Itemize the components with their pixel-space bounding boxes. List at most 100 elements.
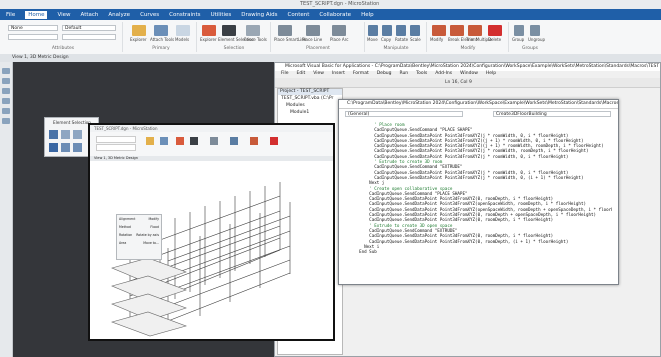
select-box-icon[interactable] (61, 143, 70, 152)
select-line-icon[interactable] (73, 143, 82, 152)
move-icon[interactable] (368, 25, 378, 36)
explorer-label: Explorer (130, 37, 147, 42)
weight-combo[interactable] (62, 34, 116, 40)
vba-menu-file[interactable]: File (281, 71, 289, 78)
trim-icon[interactable] (468, 25, 482, 36)
vba-menu-insert[interactable]: Insert (332, 71, 345, 78)
dialog-value: Rotate by axis (136, 233, 159, 237)
tool-icon[interactable] (2, 68, 10, 74)
code-line: CadInputQueue.SendDataPoint Point3dFromX… (349, 174, 584, 180)
overlay-explorer-icon (146, 137, 154, 145)
vba-menu-addins[interactable]: Add-Ins (435, 71, 452, 78)
level-combo[interactable]: None (8, 25, 58, 31)
group-label: Groups (521, 46, 539, 51)
overlay-line-icon (210, 137, 218, 145)
delete-icon[interactable] (488, 25, 502, 36)
code-editor[interactable]: ' Place room CadInputQueue.SendCommand "… (349, 122, 612, 278)
select-add-icon[interactable] (61, 130, 70, 139)
vba-status: Ln 16, Col 9 (445, 80, 472, 85)
rotate-icon[interactable] (396, 25, 406, 36)
vba-menu-edit[interactable]: Edit (297, 71, 306, 78)
vba-menu-format[interactable]: Format (353, 71, 369, 78)
tab-content[interactable]: Content (288, 12, 310, 18)
tab-attach[interactable]: Attach (81, 12, 99, 18)
attach-tools-icon[interactable] (154, 25, 168, 36)
vba-menu-window[interactable]: Window (460, 71, 478, 78)
vba-menubar: File Edit View Insert Format Debug Run T… (275, 71, 660, 78)
style-combo[interactable]: Default (62, 25, 116, 31)
dialog-label: Alignment (119, 217, 136, 221)
group-icon[interactable] (514, 25, 524, 36)
tab-curves[interactable]: Curves (140, 12, 159, 18)
ungroup-icon[interactable] (530, 25, 540, 36)
tool-icon[interactable] (2, 108, 10, 114)
tool-icon[interactable] (2, 98, 10, 104)
group-primary: Explorer Attach Tools Models Primary (126, 22, 197, 52)
tab-collaborate[interactable]: Collaborate (319, 12, 351, 18)
left-toolstrip (0, 62, 13, 357)
select-element-icon[interactable] (49, 130, 58, 139)
line-icon[interactable] (306, 25, 320, 36)
tab-constraints[interactable]: Constraints (169, 12, 200, 18)
tab-analyze[interactable]: Analyze (108, 12, 130, 18)
overlay-combo (96, 136, 136, 143)
modify-icon[interactable] (432, 25, 446, 36)
project-item[interactable]: TEST_SCRIPT.vba (C:\Pr (278, 95, 342, 102)
group-placement: Place SmartLine Place Line Place Arc Pla… (272, 22, 365, 52)
vba-menu-help[interactable]: Help (486, 71, 496, 78)
object-combo[interactable]: (General) (345, 111, 463, 117)
copy-label: Copy (381, 37, 392, 42)
models-icon[interactable] (176, 25, 190, 36)
group-btn-label: Group (512, 37, 525, 42)
tab-help[interactable]: Help (361, 12, 374, 18)
vba-menu-run[interactable]: Run (400, 71, 409, 78)
fence-icon[interactable] (246, 25, 260, 36)
app-title: TEST_SCRIPT.dgn - MicroStation (300, 1, 380, 7)
tool-icon[interactable] (2, 88, 10, 94)
tab-home[interactable]: Home (25, 10, 48, 19)
procedure-combo[interactable]: Create3DFloorBuilding (493, 111, 611, 117)
scale-icon[interactable] (410, 25, 420, 36)
project-item[interactable]: Modules (278, 102, 342, 109)
select-subtract-icon[interactable] (73, 130, 82, 139)
vba-menu-debug[interactable]: Debug (377, 71, 392, 78)
tool-icon[interactable] (2, 118, 10, 124)
vba-menu-tools[interactable]: Tools (416, 71, 427, 78)
tool-icon[interactable] (2, 78, 10, 84)
dialog-label: Method (119, 225, 131, 229)
group-selection: Explorer Element Selection Fence Tools S… (198, 22, 271, 52)
color-combo[interactable] (8, 34, 58, 40)
tab-drawing-aids[interactable]: Drawing Aids (241, 12, 277, 18)
vba-menu-view[interactable]: View (313, 71, 324, 78)
dialog-value: Move to... (143, 241, 159, 245)
tab-utilities[interactable]: Utilities (211, 12, 232, 18)
explorer-red-icon[interactable] (202, 25, 216, 36)
code-line: End Sub (349, 249, 377, 255)
code-line: CadInputQueue.SendDataPoint Point3dFromX… (349, 201, 586, 207)
break-element-icon[interactable] (450, 25, 464, 36)
code-window-title: C:\ProgramData\Bentley\MicroStation 2024… (339, 100, 618, 109)
copy-icon[interactable] (382, 25, 392, 36)
tab-file[interactable]: File (6, 12, 15, 18)
models-label: Models (175, 37, 190, 42)
dialog-row: Rotation Rotate by axis (117, 231, 161, 239)
smartline-icon[interactable] (278, 25, 292, 36)
tab-view[interactable]: View (57, 12, 70, 18)
arc-icon[interactable] (332, 25, 346, 36)
select-mode-icon[interactable] (49, 143, 58, 152)
dialog-row: Method Flood (117, 223, 161, 231)
dialog-title: Element Selection (53, 120, 91, 125)
overlay-attach-icon (160, 137, 168, 145)
ribbon: None Default Attributes Explorer Attach … (0, 20, 661, 55)
group-label: Placement (306, 46, 330, 51)
explorer-icon[interactable] (132, 25, 146, 36)
dialog-label: Area (119, 241, 127, 245)
group-label: Attributes (51, 46, 75, 51)
project-item[interactable]: Module1 (278, 109, 342, 116)
group-attributes: None Default Attributes (4, 22, 123, 52)
element-selection-icon[interactable] (222, 25, 236, 36)
overlay-view-title: View 1, 3D Metric Design (90, 156, 333, 161)
delete-label: Delete (488, 37, 502, 42)
attach-tools-label: Attach Tools (150, 37, 175, 42)
dialog-value: Flood (150, 225, 159, 229)
